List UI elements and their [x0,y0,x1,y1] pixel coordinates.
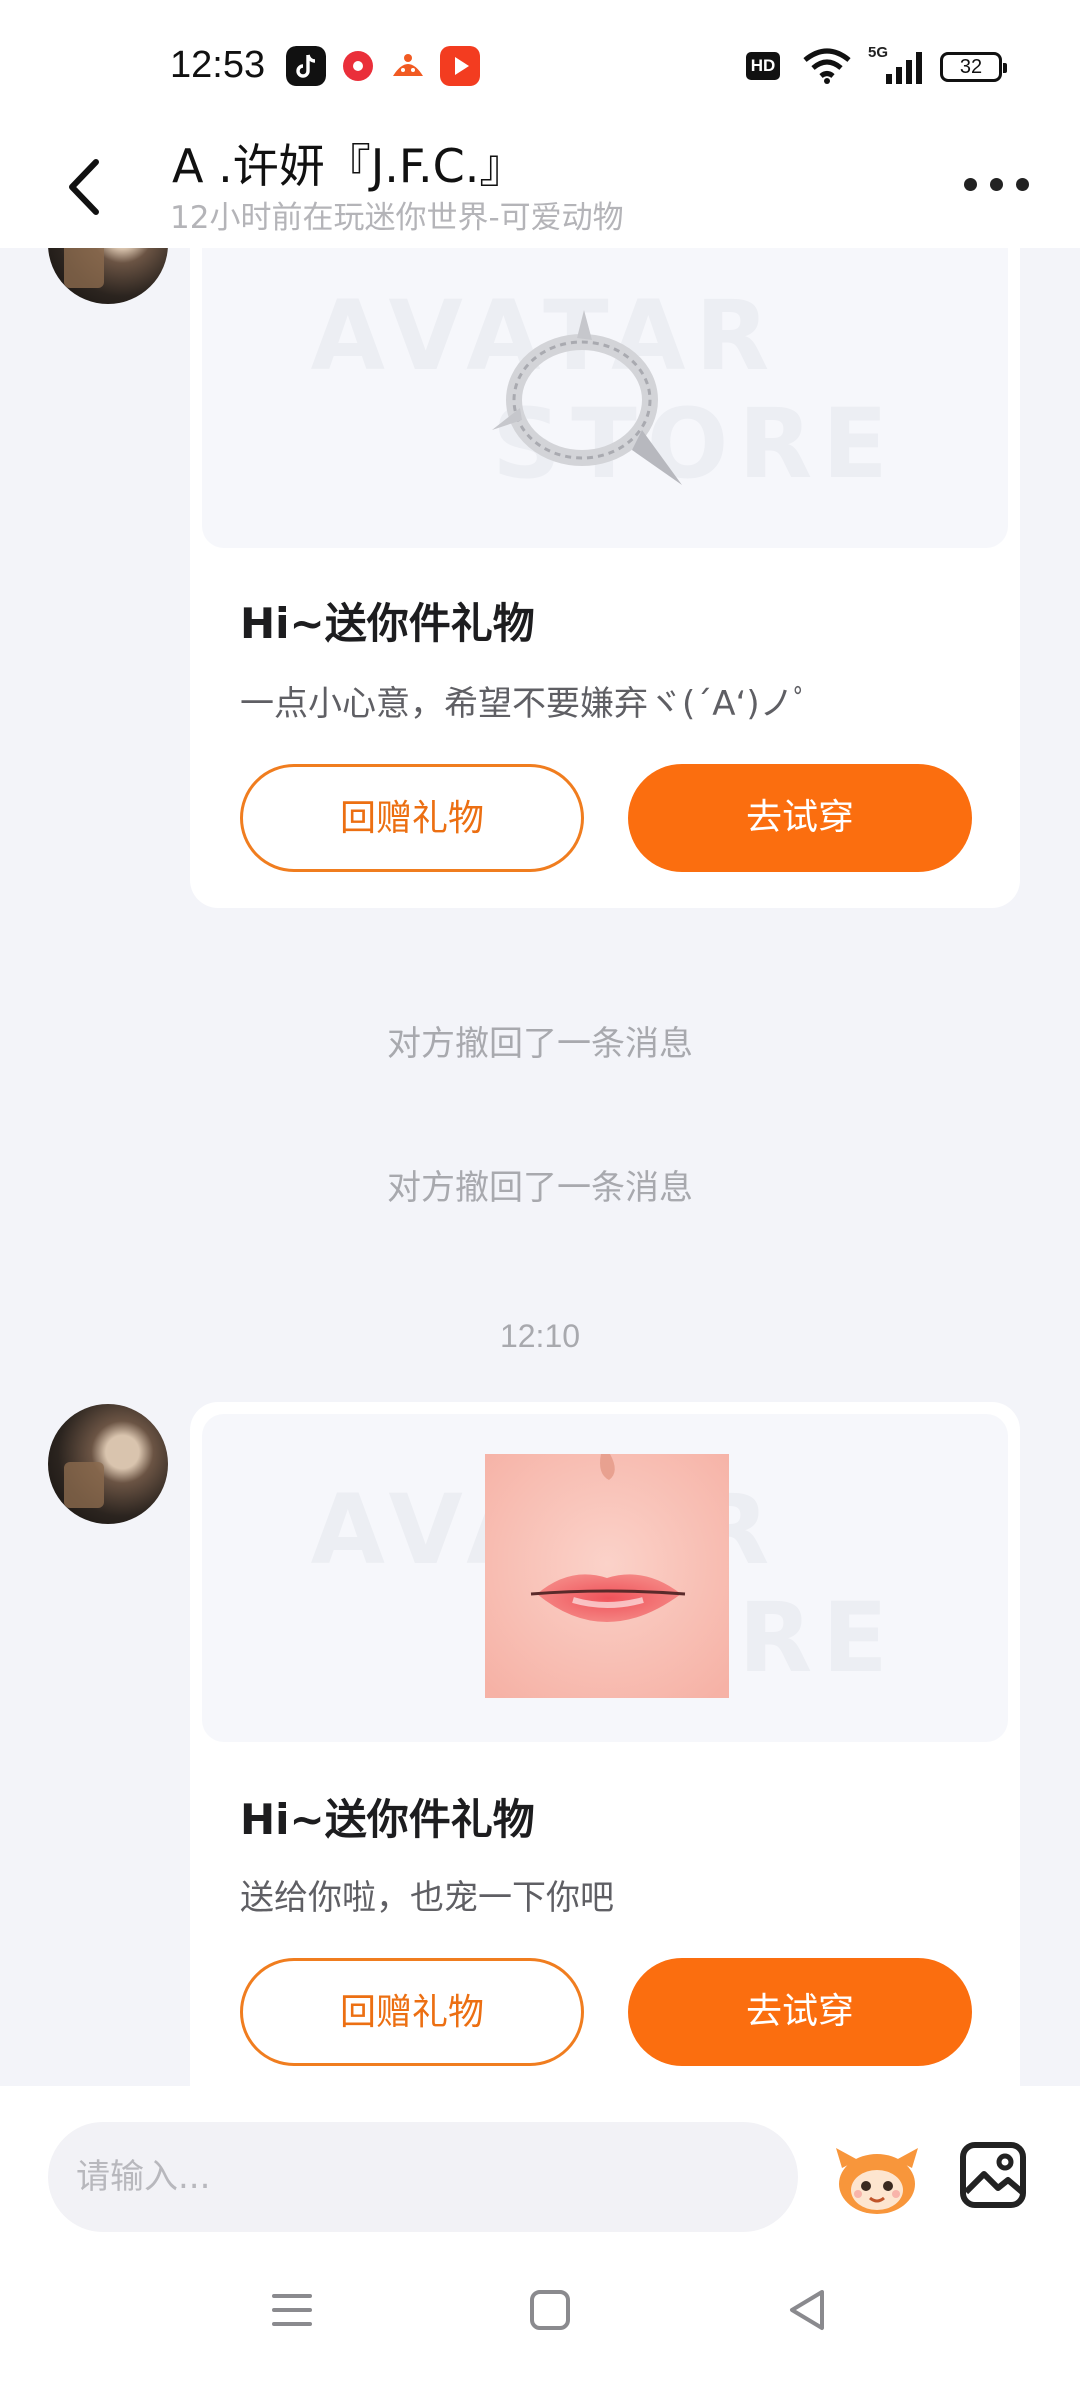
orange-app-icon [393,54,423,76]
message-timestamp: 12:10 [499,1318,581,1354]
gift-preview[interactable]: AVATAR STORE [202,248,1008,548]
back-triangle-icon[interactable] [778,2280,838,2340]
chat-subtitle: 12小时前在玩迷你世界-可爱动物 [170,200,624,236]
home-icon[interactable] [520,2280,580,2340]
image-picker-icon[interactable] [958,2140,1028,2210]
status-bar: 12:53 HD 5G 32 [0,0,1080,130]
red-app-icon [343,51,373,81]
sender-avatar[interactable] [48,1404,168,1524]
video-app-icon [440,46,480,86]
spiked-ring-item-icon [492,310,682,485]
recall-notice: 对方撤回了一条消息 [387,1168,693,1208]
more-options-icon[interactable] [964,170,1030,200]
battery-indicator: 32 [940,52,1007,82]
mascot-emoji-icon[interactable] [832,2138,922,2218]
network-type: 5G [867,44,888,61]
gift-title: Hi~送你件礼物 [240,599,535,648]
return-gift-button[interactable]: 回赠礼物 [240,1958,584,2066]
chat-title: A .许妍『J.F.C.』 [172,139,526,193]
tiktok-icon [286,46,326,86]
message-input[interactable] [48,2122,798,2232]
back-arrow-icon[interactable] [60,152,110,222]
gift-card: AVATAR STORE [190,1402,1020,2086]
return-gift-button[interactable]: 回赠礼物 [240,764,584,872]
try-on-button[interactable]: 去试穿 [628,1958,972,2066]
system-nav-bar [0,2236,1080,2400]
status-time: 12:53 [170,44,266,86]
input-bar [0,2086,1080,2236]
gift-card: AVATAR STORE Hi~送你件礼物 一点小心意，希望不要嫌弃ヾ(´A‘)… [190,248,1020,908]
chat-messages[interactable]: AVATAR STORE Hi~送你件礼物 一点小心意，希望不要嫌弃ヾ(´A‘)… [0,248,1080,2086]
lips-item-icon [485,1454,729,1698]
gift-title: Hi~送你件礼物 [240,1795,535,1844]
hd-badge: HD [746,52,780,80]
recall-notice: 对方撤回了一条消息 [387,1024,693,1064]
gift-preview[interactable]: AVATAR STORE [202,1414,1008,1742]
chat-header: A .许妍『J.F.C.』 12小时前在玩迷你世界-可爱动物 [0,130,1080,248]
signal-icon [886,52,922,84]
sender-avatar[interactable] [48,248,168,304]
menu-icon[interactable] [262,2280,322,2340]
try-on-button[interactable]: 去试穿 [628,764,972,872]
wifi-icon [803,48,851,84]
gift-description: 送给你啦，也宠一下你吧 [240,1878,614,1918]
gift-description: 一点小心意，希望不要嫌弃ヾ(´A‘)ノﾟ [240,684,811,724]
